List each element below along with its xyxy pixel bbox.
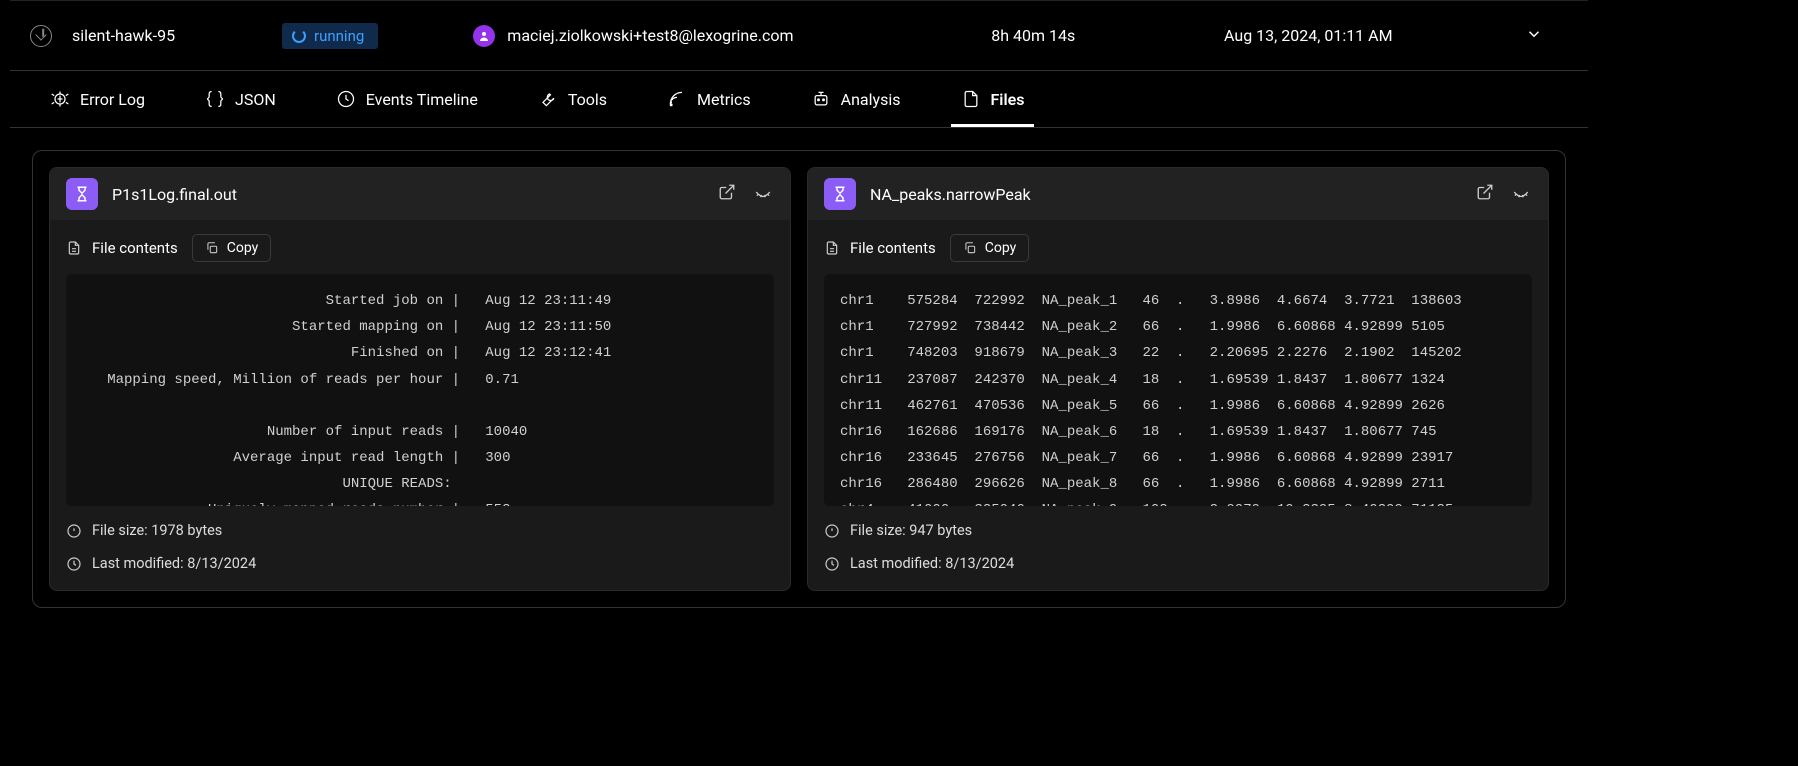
status-text: running [314, 27, 364, 45]
braces-icon [205, 89, 225, 109]
file-content: Started job on | Aug 12 23:11:49 Started… [66, 274, 774, 506]
tab-analysis[interactable]: Analysis [801, 71, 911, 127]
filename: P1s1Log.final.out [112, 185, 704, 204]
tab-tools[interactable]: Tools [528, 71, 617, 127]
files-panel: P1s1Log.final.out File co [32, 150, 1566, 608]
tab-label: Analysis [841, 90, 901, 109]
tab-label: Tools [568, 90, 607, 109]
wrench-icon [538, 89, 558, 109]
file-card-header: NA_peaks.narrowPeak [808, 168, 1548, 220]
file-size: File size: 1978 bytes [66, 522, 774, 539]
tab-error-log[interactable]: Error Log [40, 71, 155, 127]
file-card: P1s1Log.final.out File co [49, 167, 791, 591]
tab-label: Events Timeline [366, 90, 478, 109]
tab-json[interactable]: JSON [195, 71, 286, 127]
clock-icon [336, 89, 356, 109]
bug-icon [50, 89, 70, 109]
open-external-icon[interactable] [1476, 183, 1494, 205]
file-card: NA_peaks.narrowPeak File [807, 167, 1549, 591]
tabs: Error Log JSON Events Timeline Tools Met… [10, 70, 1588, 128]
copy-button[interactable]: Copy [950, 234, 1030, 262]
tab-label: JSON [235, 90, 276, 109]
tab-events-timeline[interactable]: Events Timeline [326, 71, 488, 127]
hourglass-icon [66, 178, 98, 210]
user-block: maciej.ziolkowski+test8@lexogrine.com [473, 25, 903, 47]
eye-closed-icon[interactable] [752, 183, 774, 205]
duration: 8h 40m 14s [903, 26, 1163, 45]
hourglass-icon [824, 178, 856, 210]
download-icon[interactable] [30, 25, 52, 47]
tab-label: Error Log [80, 90, 145, 109]
file-contents-label: File contents [66, 239, 178, 257]
file-contents-label: File contents [824, 239, 936, 257]
user-email: maciej.ziolkowski+test8@lexogrine.com [507, 26, 793, 45]
status-badge: running [282, 23, 378, 49]
file-icon [961, 89, 981, 109]
file-card-header: P1s1Log.final.out [50, 168, 790, 220]
file-modified: Last modified: 8/13/2024 [824, 555, 1532, 572]
spinner-icon [292, 29, 306, 43]
eye-closed-icon[interactable] [1510, 183, 1532, 205]
tab-metrics[interactable]: Metrics [657, 71, 761, 127]
signal-icon [667, 89, 687, 109]
open-external-icon[interactable] [718, 183, 736, 205]
copy-button[interactable]: Copy [192, 234, 272, 262]
avatar [473, 25, 495, 47]
tab-label: Metrics [697, 90, 751, 109]
job-name: silent-hawk-95 [72, 26, 282, 45]
tab-label: Files [991, 90, 1025, 109]
timestamp: Aug 13, 2024, 01:11 AM [1163, 26, 1453, 45]
filename: NA_peaks.narrowPeak [870, 185, 1462, 204]
job-header: silent-hawk-95 running maciej.ziolkowski… [10, 0, 1588, 70]
file-size: File size: 947 bytes [824, 522, 1532, 539]
tab-files[interactable]: Files [951, 71, 1035, 127]
file-content: chr1 575284 722992 NA_peak_1 46 . 3.8986… [824, 274, 1532, 506]
chevron-down-icon[interactable] [1525, 25, 1543, 47]
file-modified: Last modified: 8/13/2024 [66, 555, 774, 572]
robot-icon [811, 89, 831, 109]
